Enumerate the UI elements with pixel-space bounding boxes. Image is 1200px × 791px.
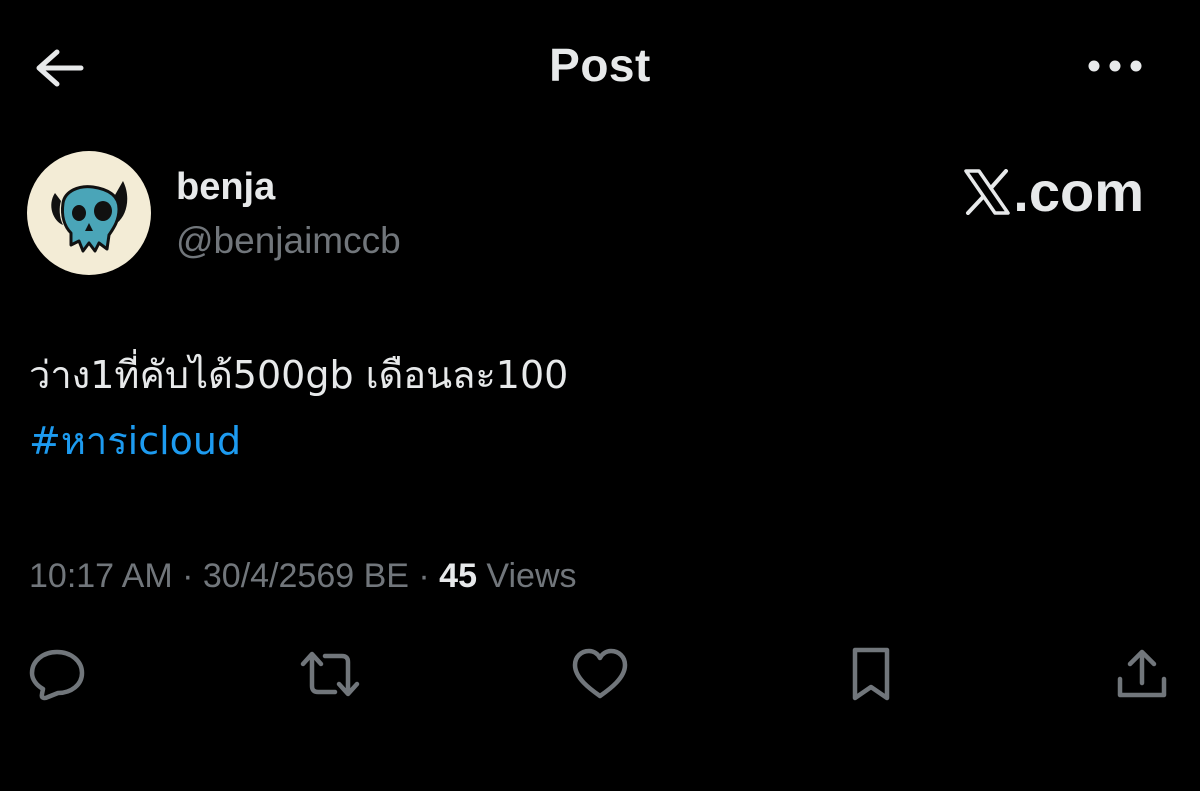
x-com-brand: .com: [964, 160, 1144, 224]
page-title: Post: [549, 39, 651, 91]
reply-icon: [29, 649, 85, 701]
repost-icon: [300, 651, 360, 697]
post-meta: 10:17 AM · 30/4/2569 BE · 45 Views: [29, 556, 577, 596]
share-button[interactable]: [1110, 642, 1174, 706]
hashtag-link[interactable]: #หารicloud: [29, 416, 241, 466]
author-handle[interactable]: @benjaimccb: [176, 220, 401, 262]
post-header: Post: [0, 0, 1200, 130]
share-icon: [1117, 649, 1167, 698]
post-text: ว่าง1ที่คับได้500gb เดือนละ100: [29, 353, 569, 397]
post-date: 30/4/2569 BE: [202, 557, 409, 595]
repost-button[interactable]: [298, 642, 362, 706]
meta-separator: ·: [408, 557, 440, 595]
brand-domain-text: .com: [1013, 160, 1144, 223]
post-time: 10:17 AM: [29, 557, 173, 595]
author-display-name[interactable]: benja: [176, 166, 275, 209]
views-count[interactable]: 45: [439, 557, 477, 595]
more-horizontal-icon: [1088, 60, 1142, 72]
bookmark-button[interactable]: [839, 642, 903, 706]
heart-icon: [572, 648, 628, 699]
x-logo-icon: [964, 169, 1011, 215]
more-options-button[interactable]: [1082, 44, 1148, 88]
skull-horns-avatar: [51, 181, 128, 253]
reply-button[interactable]: [25, 642, 89, 706]
meta-separator: ·: [172, 557, 203, 595]
bookmark-icon: [852, 647, 890, 701]
avatar[interactable]: [27, 151, 151, 275]
views-label: Views: [476, 557, 577, 595]
like-button[interactable]: [568, 642, 632, 706]
